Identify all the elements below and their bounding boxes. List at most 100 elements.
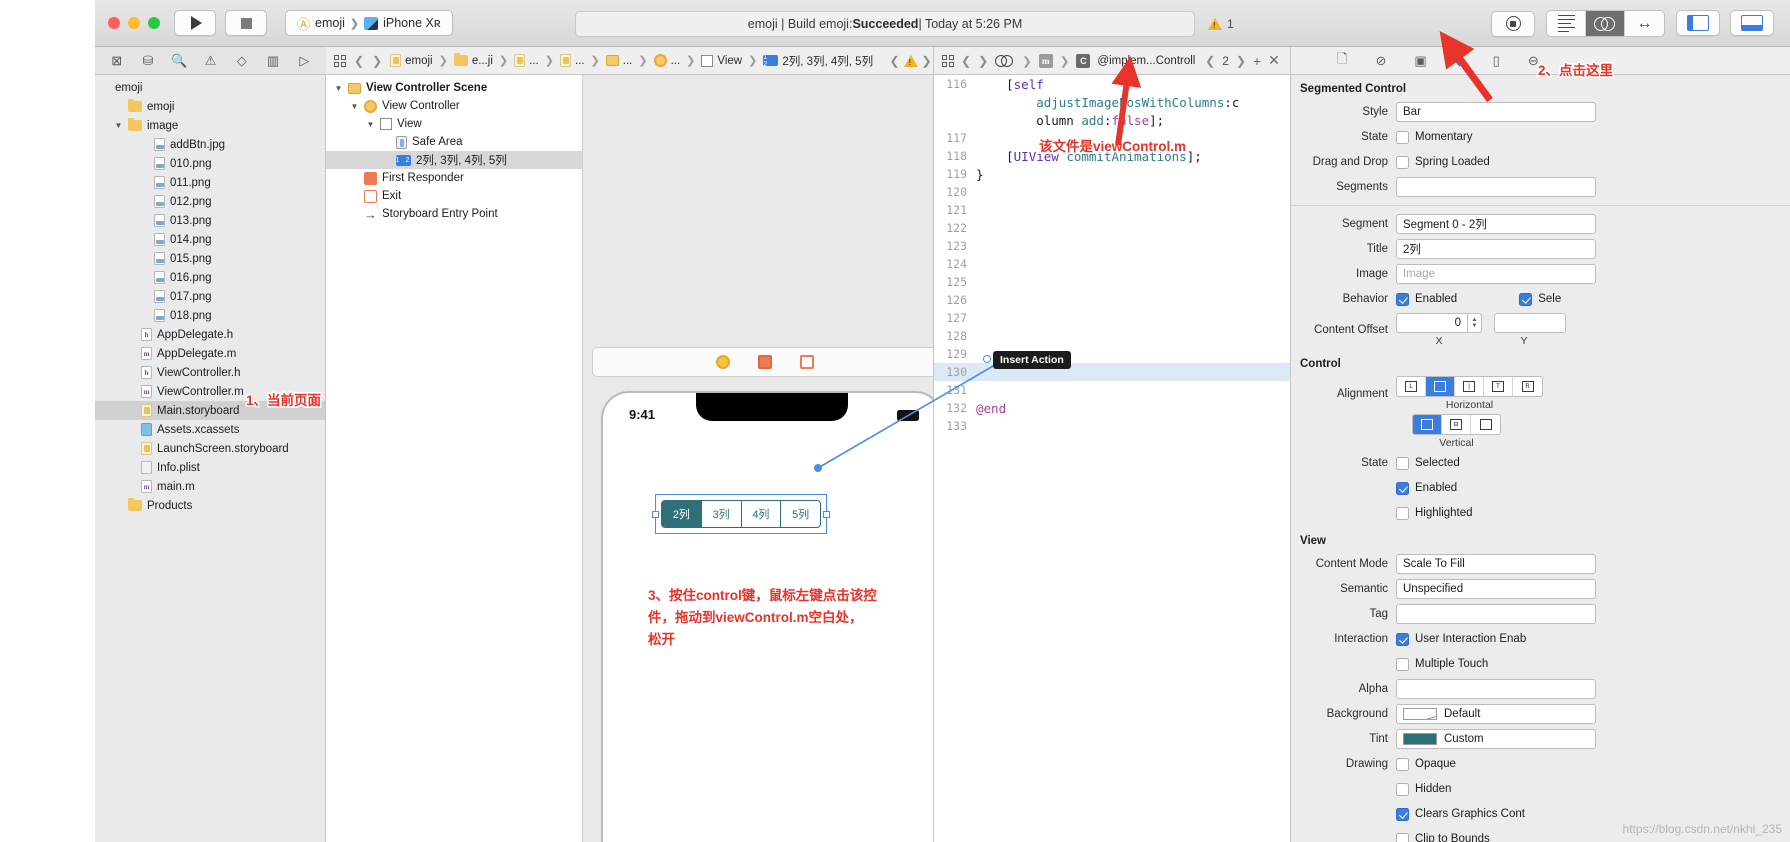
file-inspector-icon[interactable]: 🗋 bbox=[1337, 50, 1347, 72]
scheme-selector[interactable]: Ⓐ emoji ❯ iPhone Xʀ bbox=[285, 10, 453, 36]
navigator-row[interactable]: m main.m bbox=[95, 477, 325, 496]
standard-editor-button[interactable] bbox=[1547, 11, 1586, 36]
inspector-field[interactable] bbox=[1396, 177, 1596, 197]
code-line[interactable]: 116 [self bbox=[934, 75, 1290, 93]
navigator-row[interactable]: 011.png bbox=[95, 173, 325, 192]
close-window-button[interactable] bbox=[108, 17, 120, 29]
identity-inspector-icon[interactable]: ▣ bbox=[1414, 53, 1426, 69]
inspector-select[interactable]: Segment 0 - 2列 bbox=[1396, 214, 1596, 234]
checkbox-box[interactable] bbox=[1396, 130, 1409, 144]
align-right-option[interactable]: R bbox=[1513, 377, 1542, 396]
toggle-navigator-button[interactable] bbox=[1676, 10, 1720, 36]
code-jumpbar-symbol[interactable]: @implem...Controller bbox=[1097, 55, 1205, 67]
inspector-checkbox[interactable]: User Interaction Enab bbox=[1396, 632, 1526, 646]
inspector-field[interactable]: 2列 bbox=[1396, 239, 1596, 259]
code-line[interactable]: 127 bbox=[934, 309, 1290, 327]
issue-navigator-icon[interactable]: ⚠ bbox=[201, 52, 219, 70]
stop-button[interactable] bbox=[225, 10, 267, 36]
previous-counterpart-button[interactable]: ❮ bbox=[1205, 54, 1215, 68]
disclosure-triangle[interactable]: ▼ bbox=[334, 84, 343, 93]
interface-builder-canvas[interactable]: 9:41 2列 3列 4列 5列 3、按住control键，鼠标左键点击该控 件，拖动… bbox=[583, 75, 933, 842]
outline-row[interactable]: First Responder bbox=[326, 169, 582, 187]
code-line[interactable]: 128 bbox=[934, 327, 1290, 345]
exit-dock-icon[interactable] bbox=[800, 355, 814, 369]
inspector-checkbox[interactable]: Multiple Touch bbox=[1396, 657, 1488, 671]
disclosure-triangle[interactable]: ▼ bbox=[350, 102, 359, 111]
color-well[interactable]: Default bbox=[1396, 704, 1596, 724]
checkbox-box[interactable] bbox=[1396, 807, 1409, 821]
disclosure-triangle[interactable]: ▼ bbox=[366, 120, 375, 129]
debug-navigator-icon[interactable]: ▥ bbox=[264, 52, 282, 70]
navigator-row[interactable]: 018.png bbox=[95, 306, 325, 325]
project-navigator-icon[interactable]: ⊠ bbox=[108, 52, 126, 70]
segment-0[interactable]: 2列 bbox=[662, 501, 702, 527]
outline-row[interactable]: ▼ View Controller Scene bbox=[326, 79, 582, 97]
version-editor-button[interactable]: ↔ bbox=[1625, 11, 1664, 36]
related-items-icon[interactable] bbox=[942, 54, 954, 67]
navigator-row[interactable]: m AppDelegate.m bbox=[95, 344, 325, 363]
back-button[interactable]: ❮ bbox=[961, 54, 971, 68]
segment-1[interactable]: 3列 bbox=[702, 501, 742, 527]
inspector-checkbox[interactable]: Spring Loaded bbox=[1396, 155, 1490, 169]
navigator-row[interactable]: 012.png bbox=[95, 192, 325, 211]
find-navigator-icon[interactable]: 🔍 bbox=[170, 52, 188, 70]
inspector-select[interactable]: Unspecified bbox=[1396, 579, 1596, 599]
outline-row[interactable]: Safe Area bbox=[326, 133, 582, 151]
next-issue-button[interactable]: ❯ bbox=[922, 54, 932, 68]
align-text-option[interactable]: T bbox=[1484, 377, 1513, 396]
checkbox-box[interactable] bbox=[1396, 757, 1409, 771]
quick-help-inspector-icon[interactable]: ⊘ bbox=[1375, 53, 1386, 69]
inspector-select[interactable]: Bar bbox=[1396, 102, 1596, 122]
attributes-inspector-icon[interactable]: ◆ bbox=[1455, 53, 1465, 69]
first-responder-dock-icon[interactable] bbox=[758, 355, 772, 369]
checkbox-box[interactable] bbox=[1396, 657, 1409, 671]
related-items-icon[interactable] bbox=[334, 54, 346, 67]
color-well[interactable]: Custom bbox=[1396, 729, 1596, 749]
outline-row[interactable]: ▼ View bbox=[326, 115, 582, 133]
checkbox-box[interactable] bbox=[1396, 292, 1409, 306]
horizontal-alignment-control[interactable]: L | T R bbox=[1396, 376, 1543, 397]
forward-button[interactable]: ❯ bbox=[372, 54, 382, 68]
segment-2[interactable]: 4列 bbox=[742, 501, 782, 527]
inspector-checkbox[interactable]: Clears Graphics Cont bbox=[1396, 807, 1525, 821]
size-inspector-icon[interactable]: ▯ bbox=[1493, 53, 1500, 69]
navigator-row[interactable]: 014.png bbox=[95, 230, 325, 249]
stepper-control[interactable]: ▲ ▼ bbox=[1468, 313, 1482, 333]
zoom-window-button[interactable] bbox=[148, 17, 160, 29]
inspector-checkbox[interactable]: Hidden bbox=[1396, 782, 1451, 796]
segment-3[interactable]: 5列 bbox=[781, 501, 820, 527]
outline-row[interactable]: 1 2 2列, 3列, 4列, 5列 bbox=[326, 151, 582, 169]
align-fill-option[interactable]: | bbox=[1455, 377, 1484, 396]
navigator-row[interactable]: 013.png bbox=[95, 211, 325, 230]
code-line[interactable]: 124 bbox=[934, 255, 1290, 273]
navigator-row[interactable]: addBtn.jpg bbox=[95, 135, 325, 154]
checkbox-box[interactable] bbox=[1396, 632, 1409, 646]
code-line[interactable]: 126 bbox=[934, 291, 1290, 309]
navigator-row[interactable]: 017.png bbox=[95, 287, 325, 306]
content-offset-y-field[interactable] bbox=[1494, 313, 1566, 333]
breadcrumb-storyboard[interactable]: emoji ❯ e...ji ❯ ... ❯ ... ❯ ... ❯ ... ❯… bbox=[390, 52, 873, 69]
inspector-field[interactable]: Image bbox=[1396, 264, 1596, 284]
code-line[interactable]: adjustImagePosWithColumns:c bbox=[934, 93, 1290, 111]
vertical-alignment-control[interactable]: ⊟ bbox=[1412, 414, 1501, 435]
valign-bottom-option[interactable] bbox=[1471, 415, 1500, 434]
close-assistant-editor-button[interactable]: ✕ bbox=[1268, 52, 1280, 69]
minimize-window-button[interactable] bbox=[128, 17, 140, 29]
align-center-option[interactable] bbox=[1426, 377, 1455, 396]
breakpoint-navigator-icon[interactable]: ▷ bbox=[295, 52, 313, 70]
inspector-field[interactable] bbox=[1396, 679, 1596, 699]
source-code-editor[interactable]: 116 [self adjustImagePosWithColumns:c ol… bbox=[933, 75, 1290, 842]
run-button[interactable] bbox=[174, 10, 216, 36]
code-line[interactable]: 131 bbox=[934, 381, 1290, 399]
navigator-row[interactable]: emoji bbox=[95, 97, 325, 116]
code-line[interactable]: 125 bbox=[934, 273, 1290, 291]
code-line[interactable]: 123 bbox=[934, 237, 1290, 255]
inspector-select[interactable]: Scale To Fill bbox=[1396, 554, 1596, 574]
back-button[interactable]: ❮ bbox=[354, 54, 364, 68]
code-line[interactable]: 119} bbox=[934, 165, 1290, 183]
valign-center-option[interactable]: ⊟ bbox=[1442, 415, 1471, 434]
checkbox-box[interactable] bbox=[1519, 292, 1533, 306]
inspector-checkbox[interactable]: Sele bbox=[1519, 292, 1561, 306]
library-button[interactable] bbox=[1491, 10, 1535, 37]
checkbox-box[interactable] bbox=[1396, 481, 1409, 495]
